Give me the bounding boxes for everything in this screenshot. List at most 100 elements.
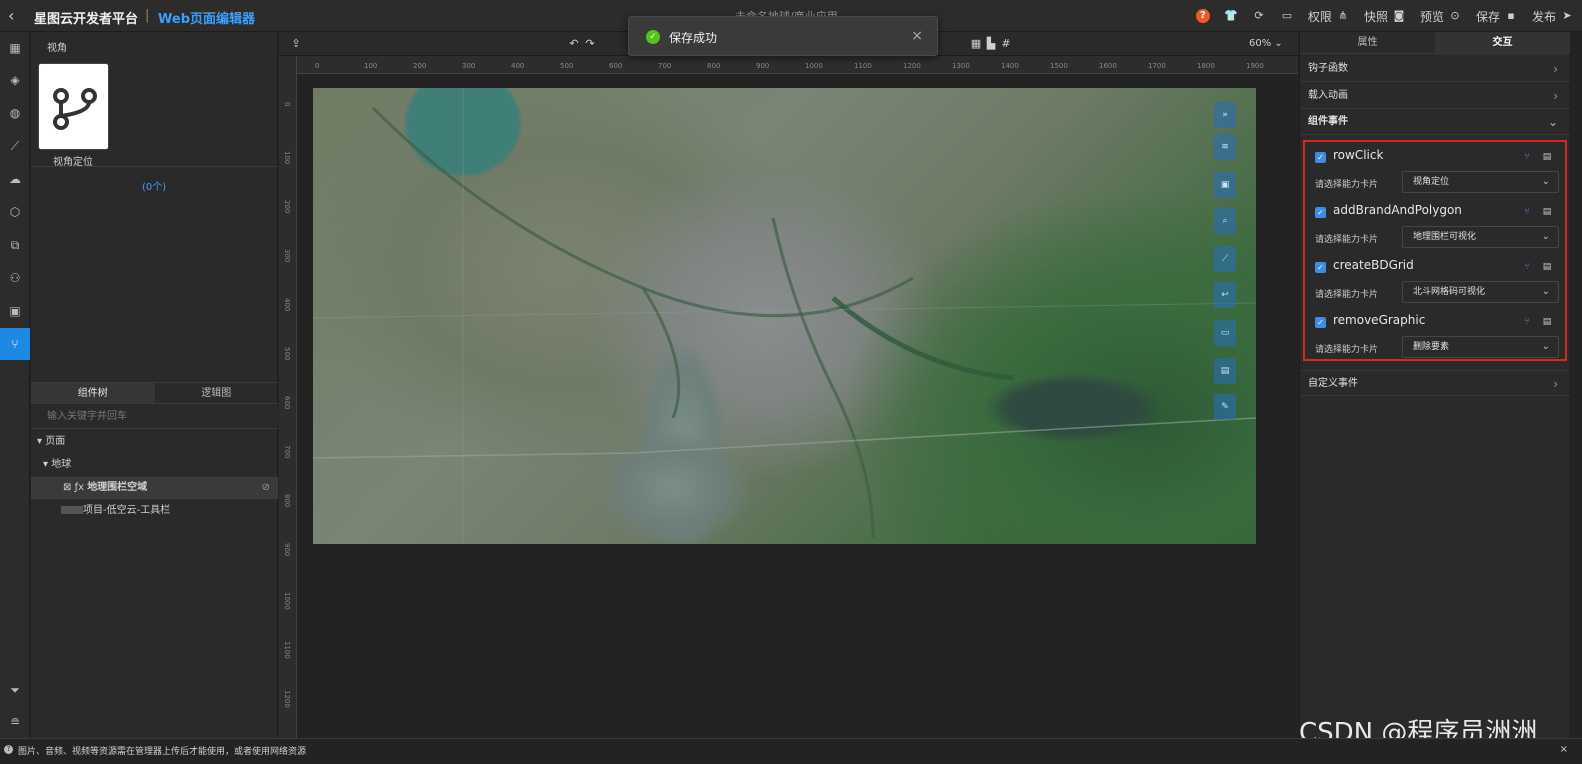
section-label: 钩子函数 [1308,63,1348,74]
save-button[interactable]: 保存 ▪ [1476,8,1518,25]
section-label: 自定义事件 [1308,378,1358,389]
property-tabs: 属性 交互 [1300,32,1570,54]
tree-node-page[interactable]: ▾ 页面 [31,431,278,453]
undo-icon[interactable]: ↶ [567,37,581,51]
event-name: removeGraphic [1333,313,1426,327]
branch-icon[interactable]: ⑂ [1521,151,1533,163]
satellite-map[interactable] [313,88,1256,544]
tab-logic-graph[interactable]: 逻辑图 [155,383,279,403]
branch-icon[interactable]: ⑂ [1521,316,1533,328]
expand-icon[interactable]: » [1214,102,1236,128]
zoom-level[interactable]: 60% ⌄ [1249,38,1283,49]
cloud-icon[interactable]: ☁ [0,163,30,195]
globe-icon[interactable]: ◍ [0,97,30,129]
publish-label: 发布 [1531,9,1556,24]
tab-interaction[interactable]: 交互 [1435,32,1570,53]
copy-icon[interactable]: ⧉ [0,229,30,261]
caret-down-icon: ▾ [43,459,52,470]
tab-component-tree[interactable]: 组件树 [31,383,155,403]
card-select[interactable]: 北斗网格码可视化 ⌄ [1402,281,1559,303]
events-list: ✓ rowClick ⑂ ▤ 请选择能力卡片 视角定位 ⌄ ✓ addBrandA… [1303,140,1567,361]
eye-off-icon[interactable]: ⊘ [262,477,270,499]
layout-grid-icon[interactable]: ▦ [969,37,983,51]
branch-icon[interactable]: ⑂ [1521,261,1533,273]
tree-node-earth[interactable]: ▾ 地球 [31,454,278,476]
send-icon: ➤ [1562,9,1572,22]
event-checkbox[interactable]: ✓ [1315,262,1326,273]
image-tool-icon[interactable]: ▣ [1214,172,1236,198]
ruler-tick-label: 1000 [283,592,291,610]
ruler-tick-label: 1200 [903,62,921,70]
window-icon[interactable]: ▣ [0,295,30,327]
cube-icon[interactable]: ⬡ [0,196,30,228]
ruler-tick-label: 1500 [1050,62,1068,70]
user-settings-icon[interactable]: ⚇ [0,262,30,294]
search-icon[interactable]: ⌕ [1214,208,1236,234]
chevron-right-icon: › [1553,89,1558,103]
upload-icon[interactable]: ⇪ [289,37,303,51]
tree-search-input[interactable] [31,405,278,429]
publish-button[interactable]: 发布 ➤ [1532,8,1574,25]
event-checkbox[interactable]: ✓ [1315,317,1326,328]
hash-grid-icon[interactable]: # [999,37,1013,51]
refresh-icon[interactable]: ⟳ [1252,9,1266,23]
snapshot-button[interactable]: 快照 ◙ [1364,8,1406,25]
close-icon[interactable]: × [1560,744,1568,755]
section-custom-events[interactable]: 自定义事件 › [1300,370,1570,396]
shirt-icon[interactable]: 👕 [1224,9,1238,23]
document-icon[interactable]: ▤ [1541,316,1553,328]
layers-tool-icon[interactable]: ≋ [1214,134,1236,160]
branch-icon[interactable]: ⑂ [1521,206,1533,218]
card-select[interactable]: 地理围栏可视化 ⌄ [1402,226,1559,248]
card-select[interactable]: 删除要素 ⌄ [1402,336,1559,358]
close-icon[interactable]: × [911,28,923,44]
measure-icon[interactable]: ⟋ [1214,246,1236,272]
event-checkbox[interactable]: ✓ [1315,207,1326,218]
select-value: 删除要素 [1413,342,1450,352]
status-text: 图片、音频、视频等资源需在管理器上传后才能使用，或者使用网络资源 [18,747,307,757]
redo-icon[interactable]: ↷ [583,37,597,51]
tab-properties[interactable]: 属性 [1300,32,1435,53]
filter-icon[interactable]: ⏷ [0,674,30,706]
ruler-vertical: 0 100 200 300 400 500 600 700 800 900 1000 1100 1200 [279,56,297,738]
branch-icon[interactable]: ⑂ [0,328,30,360]
database-icon[interactable]: ≘ [0,706,30,738]
preview-button[interactable]: 预览 ⊙ [1420,8,1462,25]
event-name: rowClick [1333,148,1384,162]
ruler-tick-label: 0 [283,102,291,107]
edit-icon[interactable]: ✎ [1214,394,1236,420]
document-icon[interactable]: ▤ [1541,206,1553,218]
screen-icon[interactable]: ▭ [1214,320,1236,346]
branch-card-icon [39,64,108,149]
ruler-tick-label: 500 [283,347,291,361]
grid-icon[interactable]: ▦ [0,32,30,64]
select-value: 北斗网格码可视化 [1413,287,1486,297]
layers-icon[interactable]: ◈ [0,64,30,96]
tree-node-toolbar[interactable]: 项目-低空云-工具栏 [31,500,278,522]
canvas-area: ⇪ ↶ ↷ ▦ ▙ # 60% ⌄ 0 100 200 300 400 500 600 700… [279,32,1298,738]
tree-node-geofence[interactable]: ⊠ ƒx 地理围栏空域 ⊘ [31,477,278,499]
ruler-tick-label: 1000 [805,62,823,70]
permission-button[interactable]: 权限 ⋔ [1308,8,1350,25]
layout-split-icon[interactable]: ▙ [984,37,998,51]
tree-node-label: 页面 [45,436,66,447]
event-checkbox[interactable]: ✓ [1315,152,1326,163]
help-icon[interactable]: ? [1195,9,1210,23]
back-arrow-icon[interactable]: ‹ [8,8,22,24]
eye-icon: ⊙ [1450,9,1460,22]
ruler-tick-label: 800 [707,62,721,70]
return-icon[interactable]: ↩ [1214,282,1236,308]
capability-card[interactable] [38,63,109,150]
chart-icon[interactable]: ⟋ [0,130,30,162]
card-select[interactable]: 视角定位 ⌄ [1402,171,1559,193]
function-icon: ƒx [74,482,88,493]
section-animation[interactable]: 载入动画 › [1300,83,1570,109]
document-icon[interactable]: ▤ [1541,261,1553,273]
section-events[interactable]: 组件事件 ⌄ [1300,109,1570,135]
section-hooks[interactable]: 钩子函数 › [1300,56,1570,82]
image-icon[interactable]: ▭ [1280,9,1294,23]
ruler-tick-label: 100 [283,151,291,165]
ruler-tick-label: 400 [283,298,291,312]
document-icon[interactable]: ▤ [1541,151,1553,163]
delete-icon[interactable]: ▤ [1214,358,1236,384]
